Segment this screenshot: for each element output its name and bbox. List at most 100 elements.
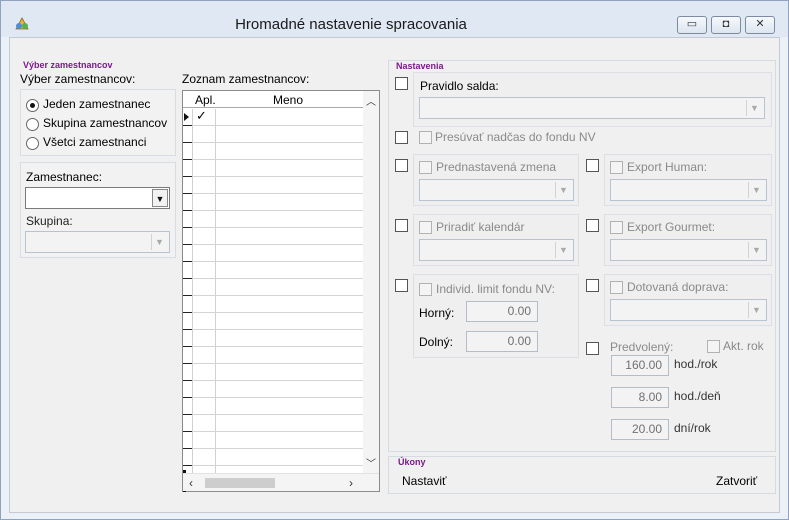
chevron-down-icon[interactable]: ▼ [152,189,168,207]
table-row[interactable] [193,364,363,381]
table-row[interactable] [193,279,363,296]
table-row[interactable] [193,211,363,228]
presuvat-checkbox[interactable] [395,131,408,144]
column-header-apl[interactable]: Apl. [195,93,216,107]
radio-employee-group-label[interactable]: Skupina zamestnancov [43,116,167,130]
table-row[interactable]: ✓ [193,108,363,126]
chevron-down-icon[interactable]: ▼ [748,242,764,258]
radio-one-employee[interactable] [26,99,39,112]
individ-limit-checkbox[interactable] [395,279,408,292]
prednastavena-zmena-panel: Prednastavená zmena ▼ [413,154,579,206]
prednastavena-zmena-inner-checkbox[interactable] [419,161,432,174]
presuvat-inner-checkbox[interactable] [419,131,432,144]
title-bar: Hromadné nastavenie spracovania ▭ ◘ ✕ [1,1,788,37]
table-row[interactable] [193,177,363,194]
table-row[interactable] [193,381,363,398]
dni-rok-input[interactable]: 20.00 [611,419,669,440]
table-row[interactable] [193,245,363,262]
chevron-down-icon[interactable]: ▼ [151,234,167,250]
chevron-down-icon[interactable]: ▼ [748,302,764,318]
priradit-kalendar-combo[interactable]: ▼ [419,239,574,261]
dolny-label: Dolný: [419,335,454,349]
table-row[interactable] [193,398,363,415]
radio-all-employees[interactable] [26,137,39,150]
export-human-combo[interactable]: ▼ [610,179,767,201]
pravidlo-salda-checkbox[interactable] [395,77,408,90]
table-row[interactable] [193,262,363,279]
apl-check-icon[interactable]: ✓ [196,108,207,124]
group-label: Skupina: [26,214,73,228]
dotovana-doprava-checkbox[interactable] [586,279,599,292]
table-row[interactable] [193,160,363,177]
table-row[interactable] [193,228,363,245]
table-row[interactable] [193,126,363,143]
zatvorit-button[interactable]: Zatvoriť [716,474,757,488]
scroll-left-icon[interactable]: ‹ [189,476,193,490]
export-gourmet-panel: Export Gourmet: ▼ [604,214,772,266]
minimize-button[interactable]: ▭ [677,16,707,34]
table-row[interactable] [193,313,363,330]
dotovana-doprava-combo[interactable]: ▼ [610,299,767,321]
chevron-down-icon[interactable]: ▼ [746,100,762,116]
dotovana-doprava-inner-checkbox[interactable] [610,281,623,294]
table-row[interactable] [193,449,363,466]
vertical-scrollbar[interactable]: ︿ ﹀ [363,91,379,474]
dolny-input[interactable]: 0.00 [466,331,538,352]
table-row[interactable] [193,194,363,211]
current-row-arrow-icon [184,113,189,121]
prednastavena-zmena-checkbox[interactable] [395,159,408,172]
maximize-button[interactable]: ◘ [711,16,741,34]
export-gourmet-checkbox[interactable] [586,219,599,232]
table-row[interactable] [193,143,363,160]
hod-den-input[interactable]: 8.00 [611,387,669,408]
predvoleny-checkbox[interactable] [586,342,599,355]
export-human-inner-checkbox[interactable] [610,161,623,174]
akt-rok-checkbox[interactable] [707,340,720,353]
radio-employee-group[interactable] [26,118,39,131]
priradit-kalendar-checkbox[interactable] [395,219,408,232]
chevron-down-icon[interactable]: ▼ [748,182,764,198]
dotovana-doprava-panel: Dotovaná doprava: ▼ [604,274,772,326]
individ-limit-panel: Individ. limit fondu NV: Horný: 0.00 Dol… [413,274,579,358]
priradit-kalendar-inner-checkbox[interactable] [419,221,432,234]
individ-limit-label: Individ. limit fondu NV: [436,282,555,296]
window-title: Hromadné nastavenie spracovania [235,16,467,33]
employee-combo[interactable]: ▼ [25,187,170,209]
employee-grid[interactable]: Apl. Meno ✓ ︿ ﹀ ‹ › [182,90,380,492]
export-gourmet-combo[interactable]: ▼ [610,239,767,261]
horizontal-scroll-thumb[interactable] [205,478,275,488]
scroll-up-icon[interactable]: ︿ [366,93,376,108]
table-row[interactable] [193,296,363,313]
export-human-checkbox[interactable] [586,159,599,172]
individ-limit-inner-checkbox[interactable] [419,283,432,296]
predvoleny-label: Predvolený: [610,340,674,354]
prednastavena-zmena-combo[interactable]: ▼ [419,179,574,201]
close-button[interactable]: ✕ [745,16,775,34]
column-header-meno[interactable]: Meno [273,93,303,107]
hod-rok-input[interactable]: 160.00 [611,355,669,376]
employee-label: Zamestnanec: [26,170,103,184]
table-row[interactable] [193,415,363,432]
employee-selection-label: Výber zamestnancov: [20,72,136,86]
table-row[interactable] [193,330,363,347]
group-combo[interactable]: ▼ [25,231,170,253]
pravidlo-salda-combo[interactable]: ▼ [419,97,765,119]
horny-input[interactable]: 0.00 [466,301,538,322]
employee-selection-group-title: Výber zamestnancov [23,60,113,70]
scroll-right-icon[interactable]: › [349,476,353,490]
export-gourmet-inner-checkbox[interactable] [610,221,623,234]
nastavit-button[interactable]: Nastaviť [402,474,447,488]
chevron-down-icon[interactable]: ▼ [555,242,571,258]
pravidlo-salda-label: Pravidlo salda: [420,79,499,93]
chevron-down-icon[interactable]: ▼ [555,182,571,198]
horizontal-scrollbar[interactable]: ‹ › [183,473,379,491]
priradit-kalendar-panel: Priradiť kalendár ▼ [413,214,579,266]
radio-one-employee-label[interactable]: Jeden zamestnanec [43,97,150,111]
table-row[interactable] [193,432,363,449]
scroll-down-icon[interactable]: ﹀ [366,455,376,470]
grid-rows: ✓ [183,108,363,492]
radio-all-employees-label[interactable]: Všetci zamestnanci [43,135,146,149]
table-row[interactable] [193,347,363,364]
settings-group-title: Nastavenia [396,61,444,71]
horny-label: Horný: [419,306,455,320]
